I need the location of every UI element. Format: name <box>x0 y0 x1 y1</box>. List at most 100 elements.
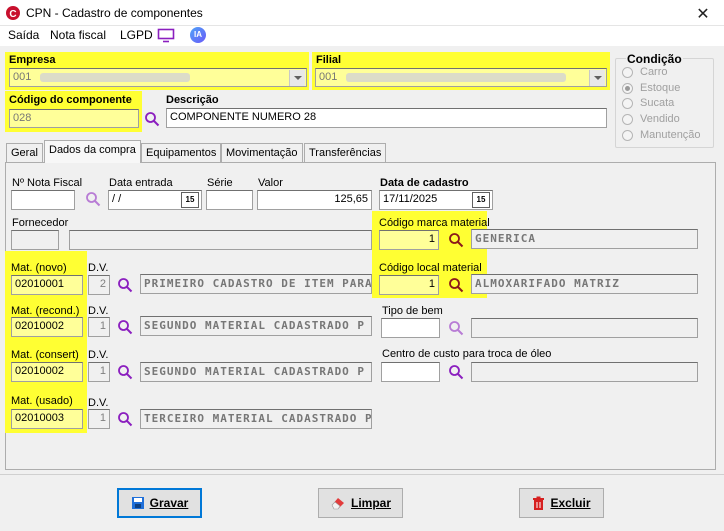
serie-field[interactable] <box>206 190 253 210</box>
tab-movimentacao[interactable]: Movimentação <box>221 143 303 162</box>
excluir-button[interactable]: Excluir <box>519 488 604 518</box>
centro-custo-field[interactable] <box>381 362 440 382</box>
tab-dados-da-compra[interactable]: Dados da compra <box>44 140 141 163</box>
dv-label: D.V. <box>88 262 109 274</box>
calendar-icon[interactable]: 15 <box>472 192 490 208</box>
ia-icon[interactable]: IA <box>190 27 206 43</box>
data-entrada-value: / / <box>112 193 122 205</box>
radio-estoque[interactable] <box>622 83 633 94</box>
tipo-bem-field[interactable] <box>381 318 440 338</box>
dv-label: D.V. <box>88 349 109 361</box>
local-desc-field: ALMOXARIFADO MATRIZ <box>471 274 698 294</box>
filial-value: 001 <box>319 71 338 83</box>
save-icon <box>131 497 144 509</box>
app-logo-icon: C <box>6 6 20 20</box>
limpar-label: Limpar <box>350 496 391 510</box>
search-icon[interactable] <box>117 364 133 380</box>
dv-label: D.V. <box>88 397 109 409</box>
valor-field[interactable]: 125,65 <box>257 190 372 210</box>
marca-code-field[interactable]: 1 <box>379 230 439 250</box>
tab-transferencias[interactable]: Transferências <box>304 143 387 162</box>
calendar-icon[interactable]: 15 <box>181 192 199 208</box>
nota-fiscal-field[interactable] <box>11 190 75 210</box>
local-code-field[interactable]: 1 <box>379 275 439 295</box>
mat-consert-desc-field: SEGUNDO MATERIAL CADASTRADO P <box>140 362 372 382</box>
data-entrada-field[interactable]: / / 15 <box>108 190 202 210</box>
data-cadastro-field[interactable]: 17/11/2025 15 <box>379 190 493 210</box>
radio-vendido[interactable] <box>622 114 633 125</box>
radio-manutencao[interactable] <box>622 130 633 141</box>
close-button[interactable]: ✕ <box>688 4 718 24</box>
mat-usado-field[interactable]: 02010003 <box>11 409 83 429</box>
window-title: CPN - Cadastro de componentes <box>26 6 203 20</box>
svg-text:C: C <box>9 9 16 20</box>
search-icon[interactable] <box>85 191 101 207</box>
mat-novo-dv-field: 2 <box>88 275 110 295</box>
tipo-bem-desc-field <box>471 318 698 338</box>
mat-consert-label: Mat. (consert) <box>11 349 79 361</box>
valor-label: Valor <box>258 177 283 189</box>
fornecedor-label: Fornecedor <box>12 217 69 229</box>
centro-custo-desc-field <box>471 362 698 382</box>
search-icon[interactable] <box>448 232 464 248</box>
gravar-button[interactable]: Gravar <box>117 488 202 518</box>
chevron-down-icon[interactable] <box>289 70 305 86</box>
menu-lgpd[interactable]: LGPD <box>120 28 153 42</box>
search-icon[interactable] <box>117 411 133 427</box>
search-icon[interactable] <box>448 277 464 293</box>
radio-sucata-label: Sucata <box>640 97 675 109</box>
radio-carro-label: Carro <box>640 66 668 78</box>
tab-equipamentos[interactable]: Equipamentos <box>141 143 222 162</box>
menu-nota-fiscal[interactable]: Nota fiscal <box>50 28 106 42</box>
mat-novo-field[interactable]: 02010001 <box>11 275 83 295</box>
search-icon[interactable] <box>448 364 464 380</box>
search-icon[interactable] <box>144 111 160 127</box>
radio-sucata[interactable] <box>622 98 633 109</box>
radio-vendido-label: Vendido <box>640 113 680 125</box>
fornecedor-code-field <box>11 230 59 250</box>
monitor-icon[interactable] <box>157 28 175 43</box>
local-label: Código local material <box>379 262 482 274</box>
mat-recond-label: Mat. (recond.) <box>11 305 80 317</box>
fornecedor-desc-field <box>69 230 372 250</box>
data-cadastro-value: 17/11/2025 <box>383 193 438 205</box>
search-icon[interactable] <box>448 320 464 336</box>
codigo-label: Código do componente <box>9 94 132 106</box>
descricao-field[interactable]: COMPONENTE NUMERO 28 <box>166 108 607 128</box>
tipo-bem-label: Tipo de bem <box>382 305 443 317</box>
blurred-text <box>346 72 567 82</box>
centro-custo-label: Centro de custo para troca de óleo <box>382 348 552 360</box>
marca-label: Código marca material <box>379 217 490 229</box>
serie-label: Série <box>207 177 233 189</box>
radio-manutencao-label: Manutenção <box>640 129 701 141</box>
descricao-label: Descrição <box>166 94 219 106</box>
menu-saida[interactable]: Saída <box>8 28 39 42</box>
empresa-label: Empresa <box>9 54 56 66</box>
mat-consert-field[interactable]: 02010002 <box>11 362 83 382</box>
empresa-value: 001 <box>13 71 32 83</box>
eraser-icon <box>331 498 344 510</box>
codigo-field[interactable]: 028 <box>9 109 139 128</box>
limpar-button[interactable]: Limpar <box>318 488 403 518</box>
mat-usado-desc-field: TERCEIRO MATERIAL CADASTRADO P <box>140 409 372 429</box>
title-bar: C CPN - Cadastro de componentes ✕ <box>0 0 724 26</box>
nota-fiscal-label: Nº Nota Fiscal <box>12 177 83 189</box>
data-entrada-label: Data entrada <box>109 177 173 189</box>
mat-usado-label: Mat. (usado) <box>11 395 73 407</box>
search-icon[interactable] <box>117 277 133 293</box>
mat-usado-dv-field: 1 <box>88 409 110 429</box>
radio-carro[interactable] <box>622 67 633 78</box>
marca-desc-field: GENERICA <box>471 229 698 249</box>
mat-recond-field[interactable]: 02010002 <box>11 317 83 337</box>
dv-label: D.V. <box>88 305 109 317</box>
trash-icon <box>533 496 545 510</box>
mat-consert-dv-field: 1 <box>88 362 110 382</box>
menu-bar: Saída Nota fiscal LGPD IA <box>0 26 724 46</box>
gravar-label: Gravar <box>149 496 189 510</box>
tab-geral[interactable]: Geral <box>6 143 43 162</box>
data-cadastro-label: Data de cadastro <box>380 177 469 189</box>
empresa-combo[interactable]: 001 <box>9 68 307 87</box>
chevron-down-icon[interactable] <box>589 70 605 86</box>
filial-combo[interactable]: 001 <box>315 68 607 87</box>
search-icon[interactable] <box>117 319 133 335</box>
